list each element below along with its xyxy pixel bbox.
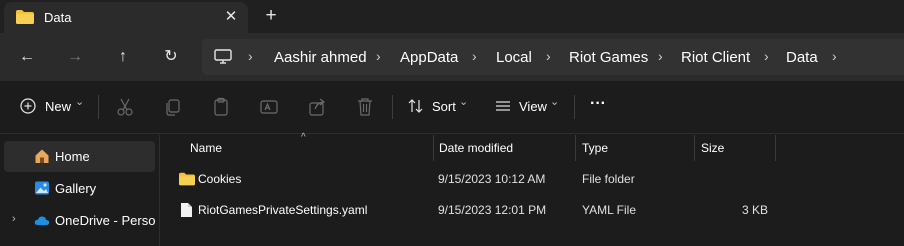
breadcrumb-item[interactable]: AppData [400,49,458,66]
delete-icon[interactable] [356,97,374,117]
sort-icon [408,99,423,113]
column-header-name[interactable]: Name [184,135,434,161]
file-name: Cookies [198,172,242,186]
sidebar-item-onedrive[interactable]: › OneDrive - Persona [4,205,155,236]
sidebar-item-gallery[interactable]: Gallery [4,173,155,204]
chevron-down-icon: ⌄ [75,96,85,108]
up-button[interactable]: ↑ [112,46,134,68]
column-header-date[interactable]: Date modified [433,135,576,161]
close-icon[interactable]: ✕ [221,7,241,27]
tab-title: Data [44,10,72,25]
computer-icon [214,49,232,64]
chevron-right-icon[interactable]: › [12,213,16,225]
breadcrumb-separator[interactable]: › [248,48,253,64]
file-date: 9/15/2023 10:12 AM [438,172,546,186]
breadcrumb-item[interactable]: Aashir ahmed [274,49,367,66]
breadcrumb-separator[interactable]: › [764,48,769,64]
file-type: YAML File [582,203,637,217]
sidebar-item-label: OneDrive - Persona [55,213,155,228]
refresh-button[interactable]: ↻ [160,46,182,68]
column-header-type[interactable]: Type [576,135,695,161]
folder-icon [16,10,34,24]
chevron-down-icon: ⌄ [459,96,469,108]
divider [98,95,99,119]
tab-data[interactable]: Data ✕ [4,2,248,33]
column-header-label: Date modified [439,141,514,155]
divider [392,95,393,119]
column-header-label: Type [582,141,609,155]
file-icon [181,203,192,217]
breadcrumb-separator[interactable]: › [376,48,381,64]
breadcrumb-separator[interactable]: › [472,48,477,64]
breadcrumb-separator[interactable]: › [832,48,837,64]
sidebar-item-label: Home [55,149,90,164]
breadcrumb-item[interactable]: Riot Client [681,49,750,66]
table-row[interactable]: Cookies 9/15/2023 10:12 AM File folder [171,165,771,193]
navigation-pane: Home Gallery › OneDrive - Persona [0,135,160,246]
cut-icon[interactable] [116,97,134,117]
file-type: File folder [582,172,635,186]
column-header-size[interactable]: Size [695,135,776,161]
breadcrumb-item[interactable]: Data [786,49,818,66]
breadcrumb-item[interactable]: Riot Games [569,49,648,66]
view-label: View [519,99,547,114]
breadcrumb-separator[interactable]: › [658,48,663,64]
forward-button[interactable]: → [64,46,86,68]
more-options-button[interactable]: ··· [590,95,606,115]
sidebar-item-label: Gallery [55,181,97,196]
folder-icon [179,172,195,186]
back-button[interactable]: ← [16,46,38,68]
cloud-icon [34,216,50,225]
new-tab-button[interactable]: + [260,5,282,27]
copy-icon[interactable] [164,97,182,117]
divider [574,95,575,119]
home-icon [35,149,49,163]
command-bar: New ⌄ Sort ⌄ View ⌄ ··· [0,81,904,134]
chevron-down-icon: ⌄ [550,96,560,108]
breadcrumb-separator[interactable]: › [546,48,551,64]
rename-icon[interactable] [260,97,278,117]
table-row[interactable]: RiotGamesPrivateSettings.yaml 9/15/2023 … [171,196,771,224]
file-size: 3 KB [741,203,768,217]
gallery-icon [35,181,49,195]
tab-strip: Data ✕ + [0,0,904,33]
file-list: ^ Name Date modified Type Size Cookies 9… [161,132,904,246]
view-list-icon [496,101,510,111]
paste-icon[interactable] [212,97,230,117]
share-icon[interactable] [308,97,326,117]
column-header-label: Size [701,141,725,155]
file-name: RiotGamesPrivateSettings.yaml [198,203,368,217]
plus-circle-icon [20,98,36,114]
sidebar-item-home[interactable]: Home [4,141,155,172]
address-bar[interactable]: › Aashir ahmed › AppData › Local › Riot … [202,39,904,75]
navigation-bar: ← → ↑ ↻ › Aashir ahmed › AppData › Local… [0,33,904,81]
new-label: New [45,99,72,114]
sort-label: Sort [432,99,456,114]
column-header-label: Name [190,141,223,155]
file-date: 9/15/2023 12:01 PM [438,203,547,217]
breadcrumb-item[interactable]: Local [496,49,532,66]
